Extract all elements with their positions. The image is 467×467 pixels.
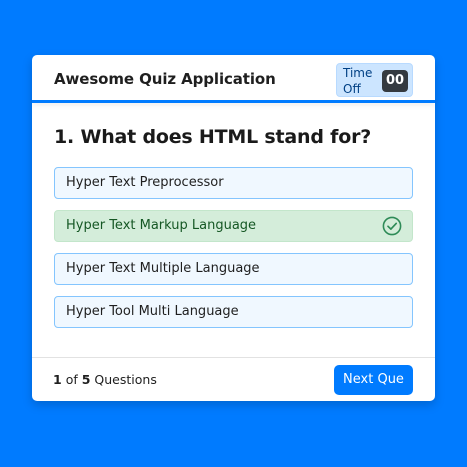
question-text: 1. What does HTML stand for? [54, 126, 372, 148]
option-4[interactable]: Hyper Tool Multi Language [54, 296, 413, 328]
app-title: Awesome Quiz Application [54, 70, 276, 88]
option-1[interactable]: Hyper Text Preprocessor [54, 167, 413, 199]
timer-seconds: 00 [382, 70, 408, 92]
option-label: Hyper Text Multiple Language [66, 261, 260, 276]
counter-total: 5 [81, 372, 91, 387]
counter-questions: Questions [94, 372, 157, 387]
question-counter: 1 of 5 Questions [53, 372, 157, 387]
counter-current: 1 [53, 372, 62, 387]
quiz-header: Awesome Quiz Application Time Off 00 [32, 55, 435, 103]
quiz-footer: 1 of 5 Questions Next Que [32, 357, 435, 401]
timer-label: Time Off [343, 66, 373, 96]
quiz-box: Awesome Quiz Application Time Off 00 1. … [32, 55, 435, 401]
option-label: Hyper Text Markup Language [66, 218, 257, 233]
option-label: Hyper Text Preprocessor [66, 175, 224, 190]
next-question-button[interactable]: Next Que [334, 365, 413, 395]
timer: Time Off 00 [336, 63, 413, 97]
check-circle-icon [382, 216, 402, 236]
option-3[interactable]: Hyper Text Multiple Language [54, 253, 413, 285]
option-2-correct[interactable]: Hyper Text Markup Language [54, 210, 413, 242]
option-label: Hyper Tool Multi Language [66, 304, 239, 319]
counter-of: of [65, 372, 78, 387]
